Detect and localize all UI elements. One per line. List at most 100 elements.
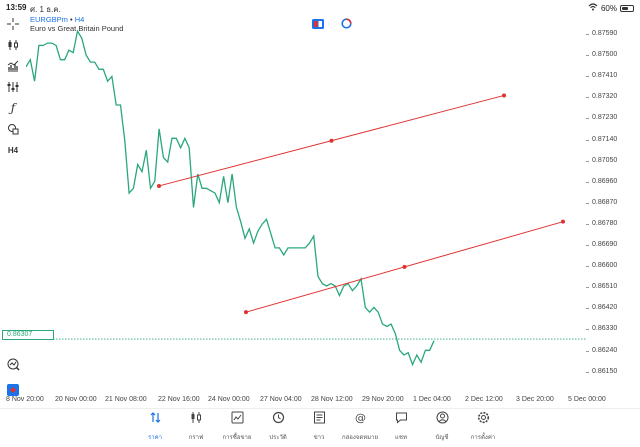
time-tick-label: 27 Nov 04:00 bbox=[260, 396, 302, 403]
price-tick-label: 0.86690 bbox=[592, 241, 618, 248]
chart-icon bbox=[190, 411, 203, 429]
time-tick-label: 24 Nov 00:00 bbox=[208, 396, 250, 403]
crosshair-icon[interactable] bbox=[5, 16, 21, 32]
trendline-anchor[interactable] bbox=[329, 138, 334, 143]
nav-item-settings[interactable]: การตั้งค่า bbox=[463, 411, 503, 441]
account-icon bbox=[436, 411, 449, 429]
nav-item-trade[interactable]: การซื้อขาย bbox=[217, 411, 257, 441]
nav-item-quotes[interactable]: ราคา bbox=[135, 411, 175, 441]
indicator-icon[interactable] bbox=[5, 58, 21, 74]
price-tick bbox=[586, 76, 589, 78]
price-tick bbox=[586, 118, 589, 120]
current-price-label: 0.86307 bbox=[2, 330, 54, 340]
price-tick bbox=[586, 55, 589, 57]
price-tick bbox=[586, 97, 589, 99]
symbol-timeframe: H4 bbox=[74, 15, 85, 24]
price-axis[interactable]: 0.87590 0.87500 0.87410 0.87320 0.87230 0.871… bbox=[586, 14, 640, 396]
price-tick bbox=[586, 266, 589, 268]
wifi-icon bbox=[588, 3, 598, 13]
time-tick-label: 20 Nov 00:00 bbox=[55, 396, 97, 403]
price-tick bbox=[586, 287, 589, 289]
battery-percent: 60% bbox=[600, 3, 617, 13]
status-time: 13:59 bbox=[6, 3, 27, 12]
svg-text:@: @ bbox=[355, 412, 366, 425]
time-tick-label: 21 Nov 08:00 bbox=[105, 396, 147, 403]
time-tick-label: 29 Nov 20:00 bbox=[362, 396, 404, 403]
price-tick bbox=[586, 202, 589, 204]
nav-item-history[interactable]: ประวัติ bbox=[258, 411, 298, 441]
nav-item-mailbox[interactable]: @ กล่องจดหมาย bbox=[340, 411, 380, 442]
function-icon[interactable]: ƒ bbox=[5, 100, 21, 116]
trendline-anchor[interactable] bbox=[502, 93, 506, 98]
nav-item-chart[interactable]: กราฟ bbox=[176, 411, 216, 441]
shapes-icon[interactable] bbox=[5, 121, 21, 137]
price-tick-label: 0.87590 bbox=[592, 30, 618, 37]
status-bar: 13:59 ศ. 1 ธ.ค. 60% bbox=[0, 0, 640, 14]
time-tick-label: 22 Nov 16:00 bbox=[158, 396, 200, 403]
price-line bbox=[25, 29, 435, 367]
time-tick-label: 2 Dec 12:00 bbox=[465, 396, 503, 403]
status-right: 60% bbox=[588, 3, 634, 13]
price-tick bbox=[586, 308, 589, 310]
price-tick bbox=[586, 160, 589, 162]
chart-top-icons bbox=[312, 18, 352, 29]
trendline-anchor[interactable] bbox=[561, 219, 565, 224]
time-axis[interactable]: 8 Nov 20:00 20 Nov 00:00 21 Nov 08:00 22 No… bbox=[0, 396, 640, 408]
nav-item-chat[interactable]: แชท bbox=[381, 411, 421, 441]
symbol-name[interactable]: EURGBPm bbox=[30, 15, 68, 24]
symbol-separator: • bbox=[67, 15, 75, 24]
price-tick bbox=[586, 329, 589, 331]
timeframe-button[interactable]: H4 bbox=[5, 142, 21, 158]
one-click-trading-icon[interactable] bbox=[312, 18, 324, 29]
price-tick bbox=[586, 139, 589, 141]
price-tick-label: 0.87410 bbox=[592, 72, 618, 80]
price-tick-label: 0.87140 bbox=[592, 135, 618, 143]
price-tick-label: 0.86420 bbox=[592, 304, 618, 312]
time-tick-label: 3 Dec 20:00 bbox=[516, 396, 554, 403]
price-tick bbox=[586, 223, 589, 225]
trendline-anchor[interactable] bbox=[157, 183, 161, 188]
bottom-nav: ราคา กราฟ การซื้อขาย ประวัติ ข่าว @ กล่องจดหมา… bbox=[0, 408, 640, 447]
nav-item-account[interactable]: บัญชี bbox=[422, 411, 462, 441]
objects-icon[interactable] bbox=[5, 79, 21, 95]
price-tick-label: 0.87320 bbox=[592, 93, 618, 101]
nav-item-label: ราคา bbox=[148, 435, 162, 441]
quotes-icon bbox=[149, 411, 162, 429]
price-tick bbox=[586, 371, 589, 373]
price-tick-label: 0.87230 bbox=[592, 114, 618, 122]
refresh-icon[interactable] bbox=[340, 18, 352, 29]
price-tick bbox=[586, 350, 589, 352]
nav-item-news[interactable]: ข่าว bbox=[299, 411, 339, 441]
nav-item-label: แชท bbox=[395, 435, 407, 441]
symbol-title: EURGBPm • H4 bbox=[30, 15, 84, 24]
time-tick-label: 1 Dec 04:00 bbox=[413, 396, 451, 403]
chat-icon bbox=[395, 411, 408, 429]
settings-icon bbox=[477, 411, 490, 429]
news-icon bbox=[313, 411, 326, 429]
price-tick-label: 0.86600 bbox=[592, 262, 618, 270]
price-chart[interactable] bbox=[25, 14, 586, 396]
price-tick-label: 0.86960 bbox=[592, 177, 618, 185]
trendline-anchor[interactable] bbox=[244, 310, 248, 315]
price-tick bbox=[586, 181, 589, 183]
price-tick-label: 0.86330 bbox=[592, 325, 618, 333]
price-tick-label: 0.86150 bbox=[592, 367, 618, 375]
nav-item-label: การตั้งค่า bbox=[470, 435, 496, 441]
price-tick-label: 0.86870 bbox=[592, 198, 618, 206]
search-zoom-icon[interactable] bbox=[5, 356, 21, 372]
symbol-description: Euro vs Great Britain Pound bbox=[30, 24, 124, 33]
nav-item-label: กล่องจดหมาย bbox=[341, 435, 379, 441]
trendline-anchor[interactable] bbox=[402, 264, 407, 269]
history-icon bbox=[272, 411, 285, 429]
time-tick-label: 8 Nov 20:00 bbox=[6, 396, 44, 403]
chart-area[interactable] bbox=[25, 14, 586, 396]
price-tick-label: 0.86510 bbox=[592, 283, 618, 291]
price-tick-label: 0.87050 bbox=[592, 156, 618, 164]
nav-item-label: กราฟ bbox=[188, 435, 204, 441]
candle-chart-icon[interactable] bbox=[5, 37, 21, 53]
nav-item-label: บัญชี bbox=[435, 435, 449, 441]
nav-item-label: ประวัติ bbox=[269, 435, 287, 441]
price-tick-label: 0.86780 bbox=[592, 219, 618, 227]
price-tick-label: 0.86240 bbox=[592, 346, 618, 354]
nav-item-label: ข่าว bbox=[313, 435, 325, 441]
